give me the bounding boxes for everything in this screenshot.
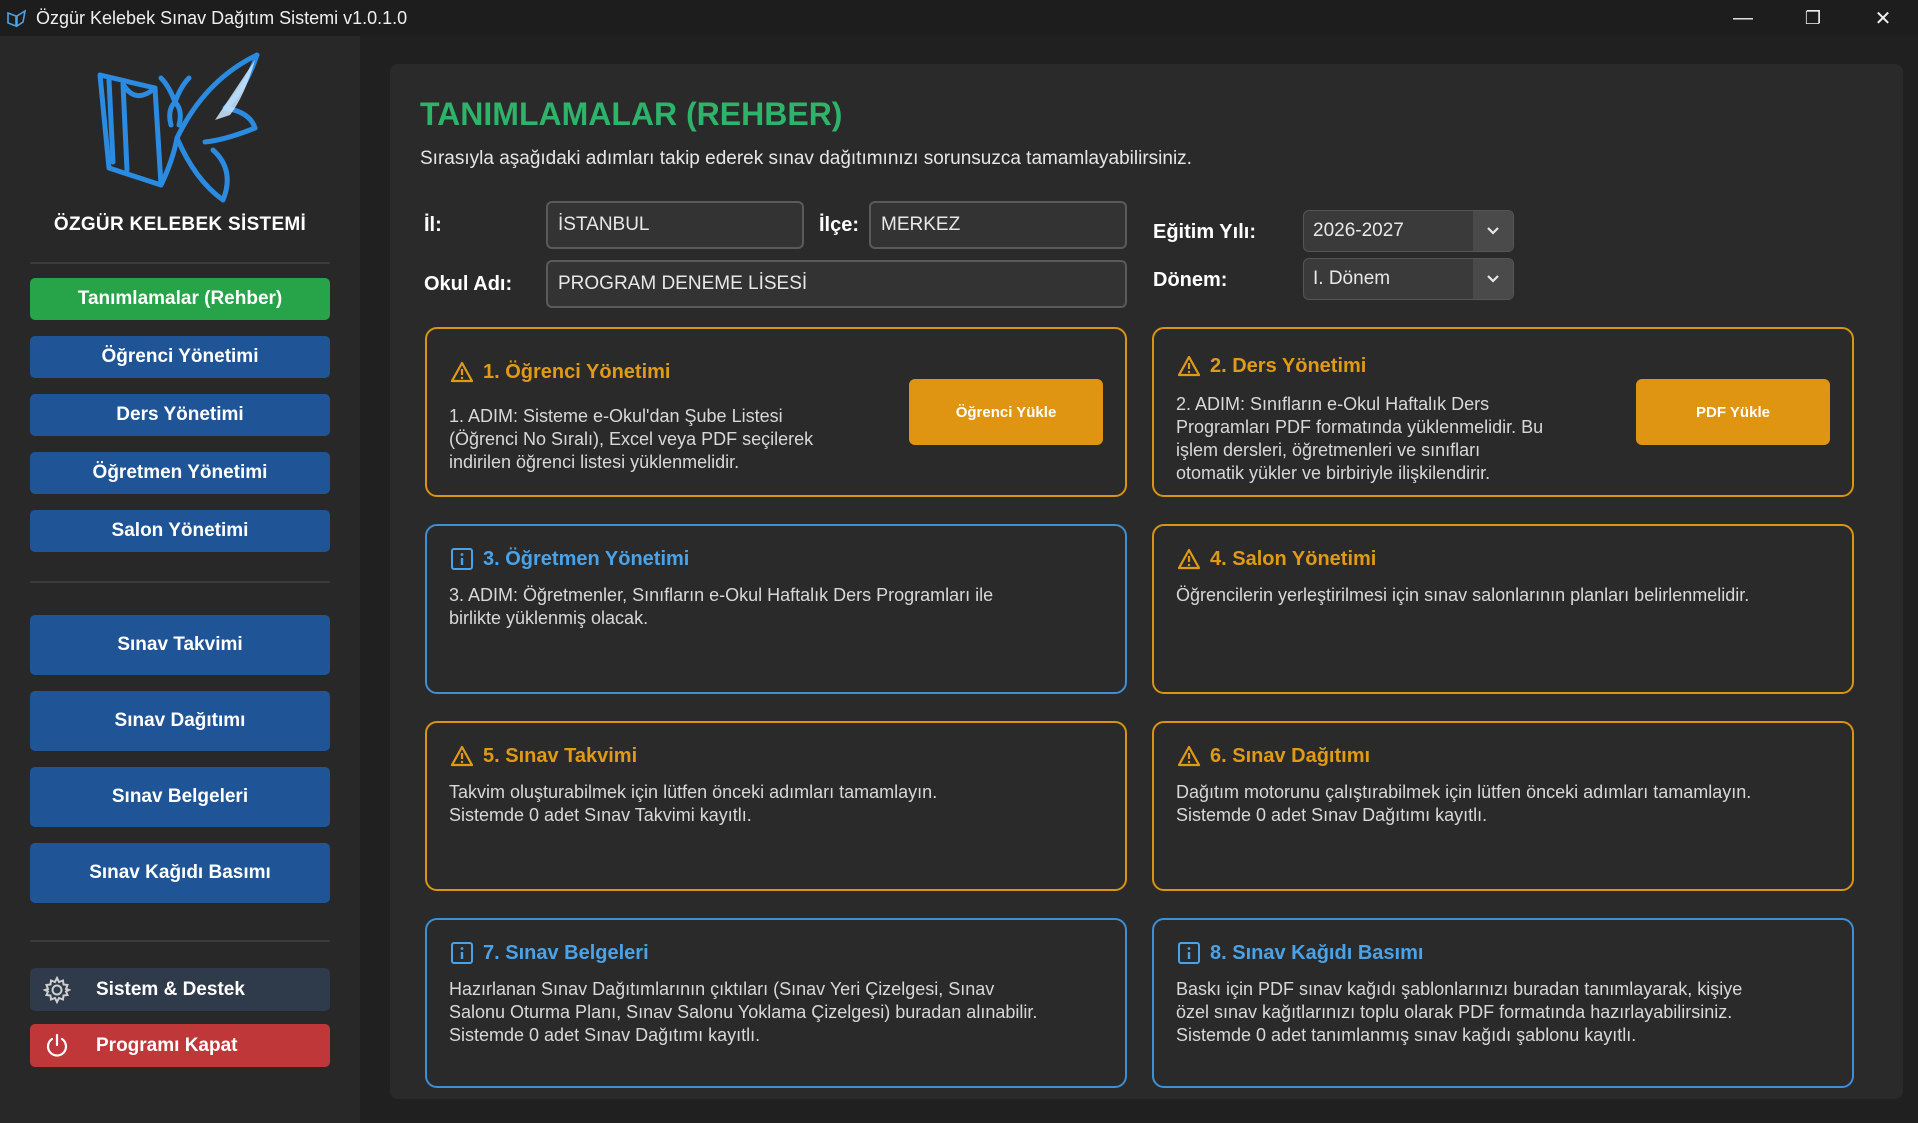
card-ogretmen-yonetimi: 3. Öğretmen Yönetimi 3. ADIM: Öğretmenle… xyxy=(425,524,1127,694)
card-body: 3. ADIM: Öğretmenler, Sınıfların e-Okul … xyxy=(449,585,994,628)
nav-sinav-dagitimi[interactable]: Sınav Dağıtımı xyxy=(30,691,330,751)
card-sinav-kagidi-basimi: 8. Sınav Kağıdı Basımı Baskı için PDF sı… xyxy=(1152,918,1854,1088)
window-title: Özgür Kelebek Sınav Dağıtım Sistemi v1.0… xyxy=(36,7,408,28)
warning-triangle-icon xyxy=(1176,353,1202,379)
butterfly-app-icon xyxy=(6,7,28,29)
okul-field[interactable]: PROGRAM DENEME LİSESİ xyxy=(546,260,1127,308)
gear-icon xyxy=(42,975,72,1005)
card-ders-yonetimi: 2. Ders Yönetimi 2. ADIM: Sınıfların e-O… xyxy=(1152,327,1854,497)
donem-select[interactable]: I. Dönem xyxy=(1303,258,1514,300)
card-sinav-takvimi: 5. Sınav Takvimi Takvim oluşturabilmek i… xyxy=(425,721,1127,891)
card-title: 3. Öğretmen Yönetimi xyxy=(483,547,690,570)
warning-triangle-icon xyxy=(1176,546,1202,572)
info-box-icon xyxy=(449,940,475,966)
il-label: İl: xyxy=(424,214,442,236)
card-body: 2. ADIM: Sınıfların e-Okul Haftalık Ders… xyxy=(1176,394,1544,483)
minimize-button[interactable]: — xyxy=(1708,0,1778,36)
info-box-icon xyxy=(1176,940,1202,966)
chevron-down-icon xyxy=(1473,211,1513,251)
exit-program-label: Programı Kapat xyxy=(96,1034,238,1056)
card-title: 4. Salon Yönetimi xyxy=(1210,547,1377,570)
card-title: 8. Sınav Kağıdı Basımı xyxy=(1210,941,1424,964)
brand-name: ÖZGÜR KELEBEK SİSTEMİ xyxy=(53,214,307,235)
card-body: Hazırlanan Sınav Dağıtımlarının çıktılar… xyxy=(449,979,1038,1045)
ilce-field[interactable]: MERKEZ xyxy=(869,201,1127,249)
nav-salon-yonetimi[interactable]: Salon Yönetimi xyxy=(30,510,330,552)
card-sinav-belgeleri: 7. Sınav Belgeleri Hazırlanan Sınav Dağı… xyxy=(425,918,1127,1088)
power-icon xyxy=(42,1031,72,1061)
nav-ogretmen-yonetimi[interactable]: Öğretmen Yönetimi xyxy=(30,452,330,494)
sidebar: ÖZGÜR KELEBEK SİSTEMİ Tanımlamalar (Rehb… xyxy=(0,36,360,1123)
sidebar-divider xyxy=(30,581,330,583)
card-title: 2. Ders Yönetimi xyxy=(1210,354,1367,377)
card-salon-yonetimi: 4. Salon Yönetimi Öğrencilerin yerleştir… xyxy=(1152,524,1854,694)
egitim-yili-value: 2026-2027 xyxy=(1313,220,1404,241)
card-body: Öğrencilerin yerleştirilmesi için sınav … xyxy=(1176,585,1750,605)
card-title: 7. Sınav Belgeleri xyxy=(483,941,649,964)
maximize-button[interactable]: ❐ xyxy=(1778,0,1848,36)
nav-tanimlamalar[interactable]: Tanımlamalar (Rehber) xyxy=(30,278,330,320)
il-field[interactable]: İSTANBUL xyxy=(546,201,804,249)
card-body: 1. ADIM: Sisteme e-Okul'dan Şube Listesi… xyxy=(449,406,814,472)
egitim-yili-label: Eğitim Yılı: xyxy=(1153,221,1256,243)
system-support-button[interactable]: Sistem & Destek xyxy=(30,968,330,1011)
card-title: 1. Öğrenci Yönetimi xyxy=(483,360,671,383)
card-body: Dağıtım motorunu çalıştırabilmek için lü… xyxy=(1176,782,1752,825)
chevron-down-icon xyxy=(1473,259,1513,299)
page-title: TANIMLAMALAR (REHBER) xyxy=(420,96,843,132)
nav-sinav-kagidi-basimi[interactable]: Sınav Kağıdı Basımı xyxy=(30,843,330,903)
warning-triangle-icon xyxy=(1176,743,1202,769)
card-title: 6. Sınav Dağıtımı xyxy=(1210,744,1371,767)
warning-triangle-icon xyxy=(449,359,475,385)
nav-sinav-belgeleri[interactable]: Sınav Belgeleri xyxy=(30,767,330,827)
nav-ogrenci-yonetimi[interactable]: Öğrenci Yönetimi xyxy=(30,336,330,378)
ilce-label: İlçe: xyxy=(819,214,860,236)
donem-value: I. Dönem xyxy=(1313,268,1391,289)
nav-ders-yonetimi[interactable]: Ders Yönetimi xyxy=(30,394,330,436)
close-button[interactable]: ✕ xyxy=(1848,0,1918,36)
pdf-yukle-button[interactable]: PDF Yükle xyxy=(1636,379,1830,445)
butterfly-logo-icon xyxy=(95,50,270,205)
window-titlebar: Özgür Kelebek Sınav Dağıtım Sistemi v1.0… xyxy=(0,0,1918,36)
egitim-yili-select[interactable]: 2026-2027 xyxy=(1303,210,1514,252)
warning-triangle-icon xyxy=(449,743,475,769)
ogrenci-yukle-button[interactable]: Öğrenci Yükle xyxy=(909,379,1103,445)
info-box-icon xyxy=(449,546,475,572)
card-body: Takvim oluşturabilmek için lütfen önceki… xyxy=(449,782,938,825)
sidebar-divider xyxy=(30,940,330,942)
page-subtitle: Sırasıyla aşağıdaki adımları takip edere… xyxy=(420,148,1192,169)
card-ogrenci-yonetimi: 1. Öğrenci Yönetimi 1. ADIM: Sisteme e-O… xyxy=(425,327,1127,497)
nav-sinav-takvimi[interactable]: Sınav Takvimi xyxy=(30,615,330,675)
donem-label: Dönem: xyxy=(1153,269,1228,291)
card-sinav-dagitimi: 6. Sınav Dağıtımı Dağıtım motorunu çalış… xyxy=(1152,721,1854,891)
main-panel: TANIMLAMALAR (REHBER) Sırasıyla aşağıdak… xyxy=(390,64,1903,1099)
card-body: Baskı için PDF sınav kağıdı şablonlarını… xyxy=(1176,979,1743,1045)
system-support-label: Sistem & Destek xyxy=(96,978,245,1000)
exit-program-button[interactable]: Programı Kapat xyxy=(30,1024,330,1067)
card-title: 5. Sınav Takvimi xyxy=(483,744,638,767)
sidebar-divider xyxy=(30,262,330,264)
okul-label: Okul Adı: xyxy=(424,273,513,295)
